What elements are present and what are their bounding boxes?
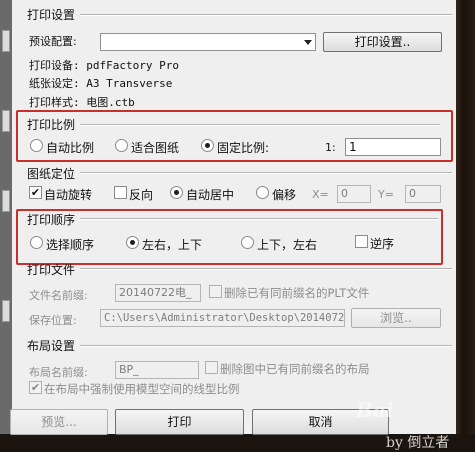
position-title: 图纸定位: [27, 167, 76, 181]
order-lr-tb-radio[interactable]: [126, 236, 139, 249]
scale-fixed-radio[interactable]: [201, 139, 214, 152]
save-location-input[interactable]: C:\Users\Administrator\Desktop\20140722电: [100, 309, 345, 327]
file-prefix-input[interactable]: 20140722电_: [115, 284, 201, 302]
scale-ratio-prefix: 1:: [325, 141, 336, 154]
delete-plt-label: 删除已有同前缀名的PLT文件: [224, 286, 370, 300]
delete-plt-checkbox[interactable]: [209, 285, 222, 298]
order-reverse-label: 逆序: [370, 237, 395, 251]
baidu-watermark: Bai: [356, 398, 394, 422]
offset-label: 偏移: [272, 188, 297, 202]
order-separator: [80, 218, 438, 220]
order-reverse-checkbox[interactable]: [355, 235, 368, 248]
reverse-checkbox[interactable]: [114, 186, 127, 199]
delete-layout-label: 删除图中已有同前缀名的布局: [220, 362, 370, 376]
force-linetype-checkbox[interactable]: ✔: [29, 381, 42, 394]
background-widget: [2, 110, 10, 132]
background-widget: [2, 190, 10, 212]
print-button[interactable]: 打印: [115, 409, 244, 435]
auto-center-label: 自动居中: [186, 188, 235, 202]
offset-y-input[interactable]: 0: [405, 185, 441, 203]
scale-fit-label: 适合图纸: [131, 141, 180, 155]
scale-separator: [80, 124, 440, 126]
scale-auto-radio[interactable]: [30, 139, 43, 152]
order-select-label: 选择顺序: [46, 238, 95, 252]
background-widget: [2, 300, 10, 322]
auto-rotate-checkbox[interactable]: ✔: [29, 186, 42, 199]
auto-rotate-label: 自动旋转: [44, 188, 93, 202]
background-window-edge: [0, 0, 12, 452]
layout-separator: [80, 345, 452, 347]
order-tb-lr-radio[interactable]: [241, 236, 254, 249]
scale-auto-label: 自动比例: [46, 141, 95, 155]
order-tb-lr-label: 上下，左右: [257, 238, 318, 252]
position-separator: [80, 172, 452, 174]
offset-y-label: Y=: [378, 188, 394, 201]
force-linetype-label: 在布局中强制使用模型空间的线型比例: [44, 382, 240, 396]
background-desktop: [455, 0, 475, 452]
chevron-down-icon: [304, 40, 312, 45]
paper-info: 纸张设定: A3 Transverse: [29, 77, 173, 90]
file-separator: [80, 268, 452, 270]
offset-x-input[interactable]: 0: [337, 185, 371, 203]
style-info: 打印样式: 电图.ctb: [29, 96, 135, 109]
reverse-label: 反向: [129, 188, 154, 202]
offset-x-label: X=: [312, 188, 329, 201]
layout-prefix-label: 布局名前缀:: [29, 366, 88, 379]
file-prefix-label: 文件名前缀:: [29, 289, 88, 302]
dialog-title: 打印设置: [27, 8, 76, 22]
preset-label: 预设配置:: [29, 35, 77, 48]
layout-title: 布局设置: [27, 339, 76, 353]
auto-center-radio[interactable]: [170, 186, 183, 199]
print-setup-button[interactable]: 打印设置..: [323, 32, 442, 52]
scale-fit-radio[interactable]: [115, 139, 128, 152]
author-watermark: by 倒立者: [386, 435, 450, 451]
offset-radio[interactable]: [256, 186, 269, 199]
title-separator: [80, 14, 452, 16]
background-widget: [2, 30, 10, 52]
file-title: 打印文件: [27, 263, 76, 277]
preview-button[interactable]: 预览...: [10, 409, 108, 435]
order-select-radio[interactable]: [30, 236, 43, 249]
scale-fixed-label: 固定比例:: [217, 141, 270, 155]
preset-dropdown[interactable]: [100, 33, 316, 51]
print-settings-dialog: 打印设置 预设配置: 打印设置.. 打印设备: pdfFactory Pro 纸…: [10, 0, 456, 435]
delete-layout-checkbox[interactable]: [205, 361, 218, 374]
layout-prefix-input[interactable]: BP_: [115, 361, 199, 379]
device-info: 打印设备: pdfFactory Pro: [29, 59, 179, 72]
save-location-label: 保存位置:: [29, 314, 77, 327]
scale-title: 打印比例: [27, 118, 76, 132]
order-lr-tb-label: 左右，上下: [142, 238, 203, 252]
order-title: 打印顺序: [27, 213, 76, 227]
browse-button[interactable]: 浏览..: [351, 308, 441, 328]
scale-ratio-input[interactable]: 1: [345, 138, 441, 156]
